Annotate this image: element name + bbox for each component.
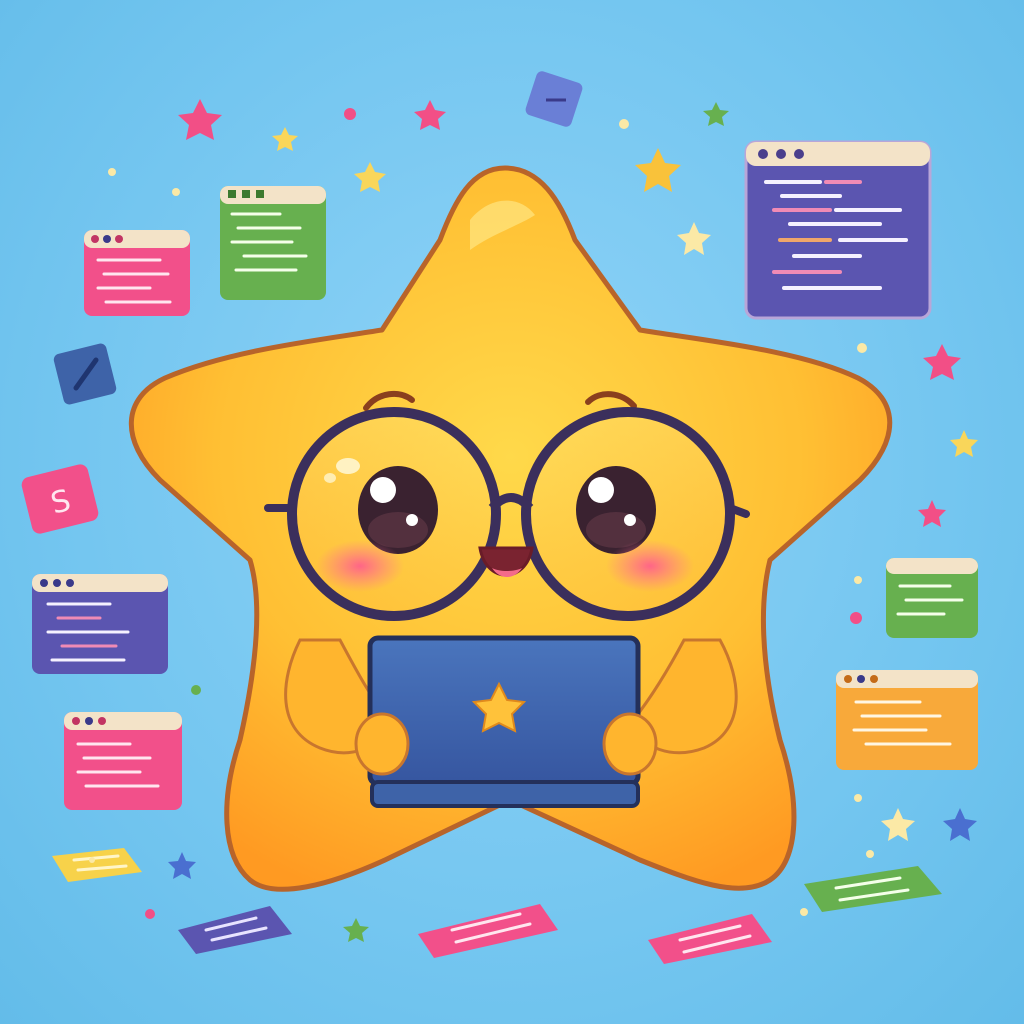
star-icon (168, 852, 196, 879)
code-window-icon (84, 230, 190, 316)
cube-icon (525, 71, 583, 127)
star-icon (703, 102, 729, 126)
code-window-icon (886, 558, 978, 638)
illustration-artwork: S (21, 71, 978, 964)
star-icon (414, 100, 446, 130)
left-blush (316, 540, 404, 592)
star-icon (943, 808, 977, 841)
star-icon (881, 808, 915, 841)
dollar-sign-icon: S (21, 464, 99, 534)
code-window-icon (220, 186, 326, 300)
star-icon (950, 430, 978, 457)
code-window-icon (744, 140, 932, 320)
floor-card-icon (804, 866, 942, 912)
star-icon (677, 222, 711, 255)
star-icon (343, 918, 369, 942)
star-icon (354, 162, 386, 192)
pencil-icon (53, 343, 117, 405)
floor-card-icon (178, 906, 292, 954)
star-icon (272, 127, 298, 151)
star-icon (635, 148, 681, 192)
right-blush (606, 540, 694, 592)
code-window-icon (836, 670, 978, 770)
star-icon (178, 99, 222, 140)
code-window-icon (64, 712, 182, 810)
illustration-canvas: S (0, 0, 1024, 1024)
floor-card-icon (418, 904, 558, 958)
star-icon (923, 344, 961, 380)
code-window-icon (32, 574, 168, 674)
floor-card-icon (648, 914, 772, 964)
floor-card-icon (52, 848, 142, 882)
star-icon (918, 500, 946, 527)
laptop-icon (367, 635, 641, 808)
right-hand (602, 712, 658, 776)
left-hand (354, 712, 410, 776)
